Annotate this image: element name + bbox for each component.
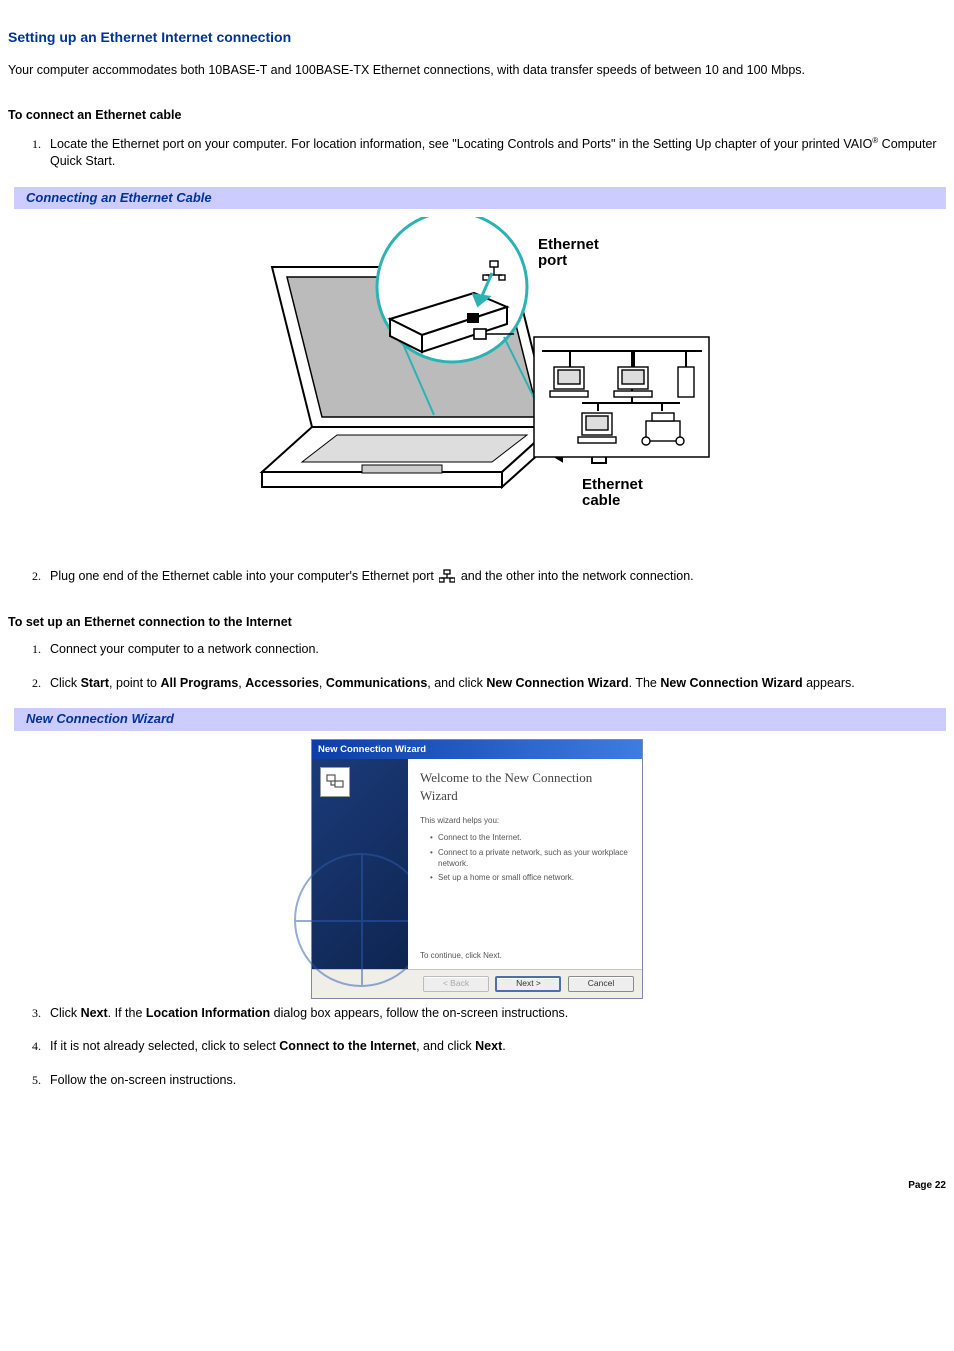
- caption-bar-ethernet-illustration: Connecting an Ethernet Cable: [8, 187, 946, 209]
- label-ethernet-port: Ethernet: [538, 236, 599, 253]
- next-button[interactable]: Next >: [495, 976, 561, 992]
- wizard-content: Welcome to the New Connection Wizard Thi…: [408, 759, 642, 969]
- list-item: Click Next. If the Location Information …: [44, 1005, 946, 1023]
- intro-paragraph: Your computer accommodates both 10BASE-T…: [8, 62, 946, 80]
- step-text: Locate the Ethernet port on your compute…: [50, 137, 872, 151]
- step-text: Plug one end of the Ethernet cable into …: [50, 569, 437, 583]
- page-number: Page 22: [8, 1179, 946, 1193]
- ethernet-illustration: Ethernet cable: [8, 217, 946, 543]
- wizard-continue-text: To continue, click Next.: [420, 950, 502, 961]
- ethernet-port-icon: [439, 571, 455, 583]
- wizard-bullet: Connect to a private network, such as yo…: [430, 847, 630, 869]
- label-ethernet-cable: Ethernet: [582, 476, 643, 493]
- wizard-welcome-heading: Welcome to the New Connection Wizard: [420, 769, 630, 805]
- setup-connection-steps-continued: Click Next. If the Location Information …: [8, 1005, 946, 1090]
- connect-cable-steps: Locate the Ethernet port on your compute…: [8, 135, 946, 171]
- wizard-helps-text: This wizard helps you:: [420, 815, 630, 826]
- new-connection-wizard-window: New Connection Wizard Welcome to the New…: [311, 739, 643, 999]
- caption-bar-wizard: New Connection Wizard: [8, 708, 946, 730]
- svg-text:Ethernet cable: Ethernet cable: [582, 476, 647, 509]
- list-item: If it is not already selected, click to …: [44, 1038, 946, 1056]
- list-item: Click Start, point to All Programs, Acce…: [44, 675, 946, 693]
- wizard-bullet: Set up a home or small office network.: [430, 872, 630, 883]
- section-heading-connect-cable: To connect an Ethernet cable: [8, 107, 946, 125]
- list-item: Follow the on-screen instructions.: [44, 1072, 946, 1090]
- wizard-side-panel: [312, 759, 408, 969]
- section-heading-setup-connection: To set up an Ethernet connection to the …: [8, 614, 946, 632]
- wizard-titlebar: New Connection Wizard: [312, 740, 642, 759]
- back-button[interactable]: < Back: [423, 976, 489, 992]
- wizard-bullet: Connect to the Internet.: [430, 832, 630, 843]
- connect-cable-steps-continued: Plug one end of the Ethernet cable into …: [8, 568, 946, 586]
- list-item: Connect your computer to a network conne…: [44, 641, 946, 659]
- list-item: Plug one end of the Ethernet cable into …: [44, 568, 946, 586]
- cancel-button[interactable]: Cancel: [568, 976, 634, 992]
- step-text: and the other into the network connectio…: [461, 569, 694, 583]
- svg-text:Ethernet port: Ethernet port: [538, 236, 603, 269]
- setup-connection-steps: Connect your computer to a network conne…: [8, 641, 946, 692]
- page-title: Setting up an Ethernet Internet connecti…: [8, 28, 946, 48]
- list-item: Locate the Ethernet port on your compute…: [44, 135, 946, 171]
- wizard-side-icon: [320, 767, 350, 797]
